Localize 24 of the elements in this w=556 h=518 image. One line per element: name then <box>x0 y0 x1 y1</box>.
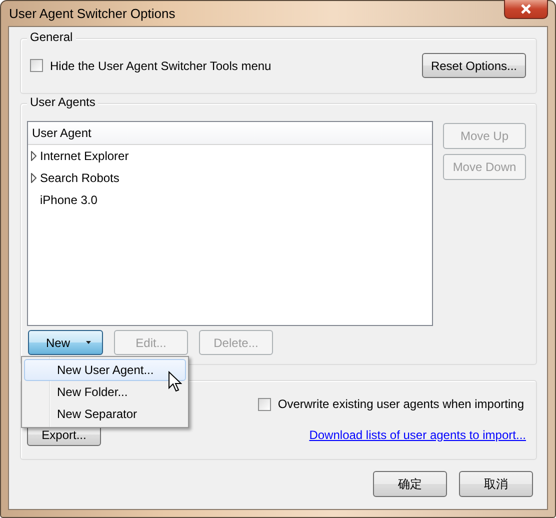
group-label: General <box>27 30 76 44</box>
menu-item[interactable]: New Folder... <box>24 381 186 403</box>
caret-icon <box>86 341 91 344</box>
mouse-pointer-icon <box>168 371 182 392</box>
new-dropdown-button[interactable]: New <box>28 330 103 355</box>
checkbox[interactable] <box>258 398 271 410</box>
tree-item[interactable]: Search Robots <box>28 167 432 189</box>
dialog-button[interactable]: 取消 <box>459 471 533 497</box>
close-button[interactable] <box>504 0 548 19</box>
tree-item[interactable]: iPhone 3.0 <box>28 189 432 211</box>
checkbox-label: Overwrite existing user agents when importing <box>278 397 524 411</box>
checkbox-label: Hide the User Agent Switcher Tools menu <box>50 58 272 72</box>
window-title: User Agent Switcher Options <box>8 6 176 21</box>
tree-item[interactable]: Internet Explorer <box>28 145 432 167</box>
menu-item[interactable]: New Separator <box>24 403 186 425</box>
reset-options-button[interactable]: Reset Options... <box>422 53 526 78</box>
close-icon <box>520 4 532 14</box>
dialog-button[interactable]: 确定 <box>373 471 447 497</box>
download-link[interactable]: Download lists of user agents to import... <box>309 428 526 442</box>
menu-item[interactable]: New User Agent... <box>24 359 186 381</box>
group-label: User Agents <box>27 95 98 109</box>
expand-arrow-icon[interactable] <box>31 151 37 161</box>
expand-arrow-icon[interactable] <box>31 173 37 183</box>
checkbox[interactable] <box>30 59 43 72</box>
